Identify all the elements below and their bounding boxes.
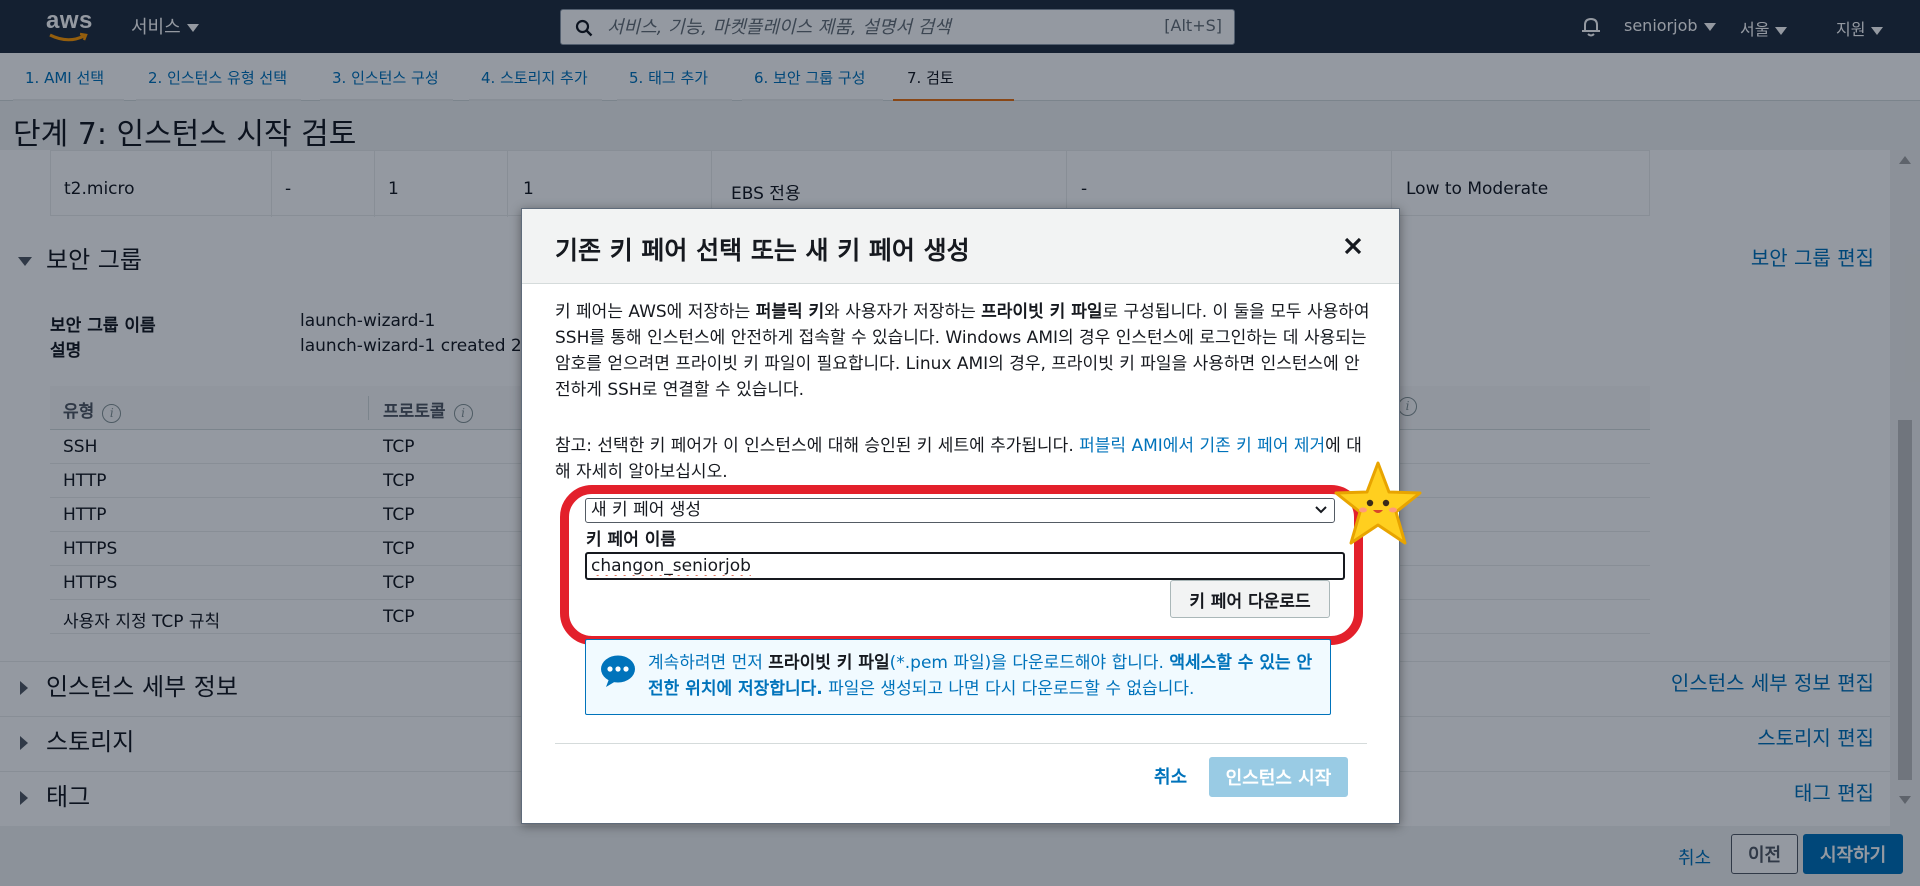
- key-pair-description: 키 페어는 AWS에 저장하는 퍼블릭 키와 사용자가 저장하는 프라이빗 키 …: [555, 302, 1370, 400]
- key-pair-note: 참고: 선택한 키 페어가 이 인스턴스에 대해 승인된 키 세트에 추가됩니다…: [555, 436, 1362, 482]
- highlight-annotation-box: [560, 485, 1363, 645]
- remove-key-pair-link[interactable]: 퍼블릭 AMI에서 기존 키 페어 제거: [1079, 436, 1325, 456]
- dialog-header: 기존 키 페어 선택 또는 새 키 페어 생성: [522, 209, 1399, 284]
- chat-bubble-icon: [601, 655, 635, 687]
- alert-message: 계속하려면 먼저 프라이빗 키 파일(*.pem 파일)을 다운로드해야 합니다…: [648, 653, 1313, 699]
- dialog-title: 기존 키 페어 선택 또는 새 키 페어 생성: [555, 236, 970, 265]
- dialog-divider: [555, 743, 1367, 744]
- launch-instance-button[interactable]: 인스턴스 시작: [1209, 757, 1348, 797]
- star-sticker-icon: [1334, 461, 1422, 545]
- key-pair-dialog: 기존 키 페어 선택 또는 새 키 페어 생성 키 페어는 AWS에 저장하는 …: [521, 208, 1422, 824]
- dialog-cancel-button[interactable]: 취소: [1154, 763, 1187, 789]
- close-icon[interactable]: [1340, 233, 1366, 259]
- download-warning-alert: 계속하려면 먼저 프라이빗 키 파일(*.pem 파일)을 다운로드해야 합니다…: [585, 639, 1331, 715]
